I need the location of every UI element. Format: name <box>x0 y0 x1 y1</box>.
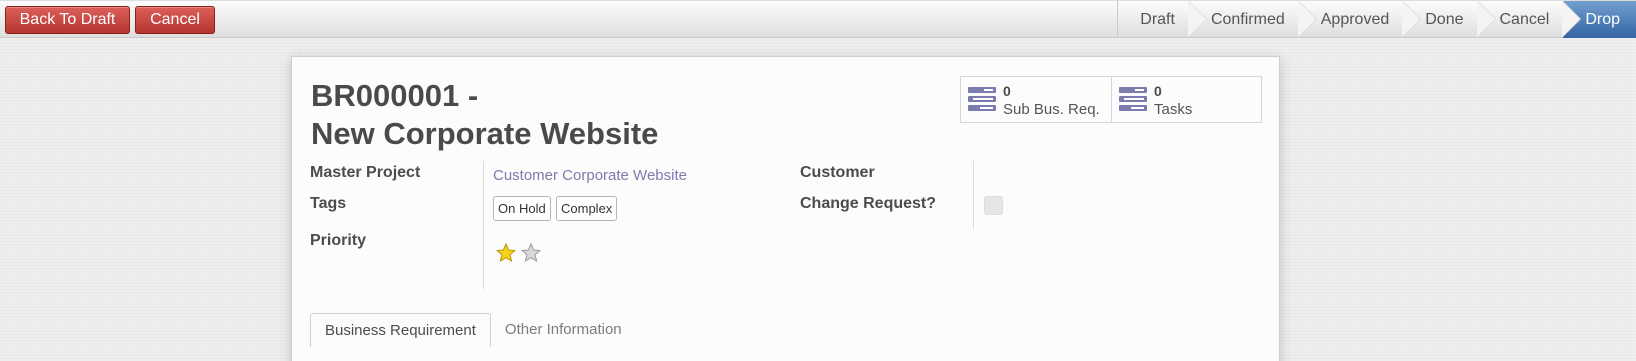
notebook-tabs: Business Requirement Other Information <box>310 313 636 347</box>
cancel-button[interactable]: Cancel <box>135 6 215 34</box>
field-separator <box>483 161 484 289</box>
tasks-button[interactable]: 0 Tasks <box>1111 77 1261 122</box>
back-to-draft-button[interactable]: Back To Draft <box>5 6 130 34</box>
field-separator <box>973 161 974 229</box>
tasks-label: Tasks <box>1154 101 1193 118</box>
form-sheet: BR000001 - New Corporate Website 0 Sub B… <box>291 56 1280 361</box>
priority-label: Priority <box>310 232 367 249</box>
tags-label: Tags <box>310 195 347 212</box>
master-project-link[interactable]: Customer Corporate Website <box>493 167 687 184</box>
record-name: New Corporate Website <box>311 116 659 151</box>
sub-bus-req-count: 0 <box>1003 83 1011 99</box>
record-title: BR000001 - New Corporate Website <box>311 77 658 153</box>
tasks-count: 0 <box>1154 83 1162 99</box>
master-project-label: Master Project <box>310 164 421 181</box>
sub-bus-req-label: Sub Bus. Req. <box>1003 101 1100 118</box>
status-bar: Back To Draft Cancel Draft Confirmed App… <box>0 0 1636 38</box>
change-request-checkbox[interactable] <box>984 196 1003 215</box>
priority-star-empty-icon[interactable] <box>521 243 541 263</box>
tab-business-requirement[interactable]: Business Requirement <box>310 313 491 347</box>
tag-complex[interactable]: Complex <box>556 196 618 221</box>
record-code: BR000001 - <box>311 78 479 113</box>
stage-draft[interactable]: Draft <box>1117 1 1207 38</box>
tag-on-hold[interactable]: On Hold <box>493 196 551 221</box>
tab-other-information[interactable]: Other Information <box>491 313 636 347</box>
customer-label: Customer <box>800 164 875 181</box>
tasks-icon <box>1119 87 1147 111</box>
change-request-label: Change Request? <box>800 195 937 212</box>
sub-business-requirements-button[interactable]: 0 Sub Bus. Req. <box>961 77 1111 122</box>
priority-star-filled-icon[interactable] <box>496 243 516 263</box>
stage-pipeline: Draft Confirmed Approved Done Cancel Dro… <box>1117 1 1636 39</box>
tasks-icon <box>968 87 996 111</box>
smart-buttons: 0 Sub Bus. Req. 0 Tasks <box>960 76 1262 123</box>
